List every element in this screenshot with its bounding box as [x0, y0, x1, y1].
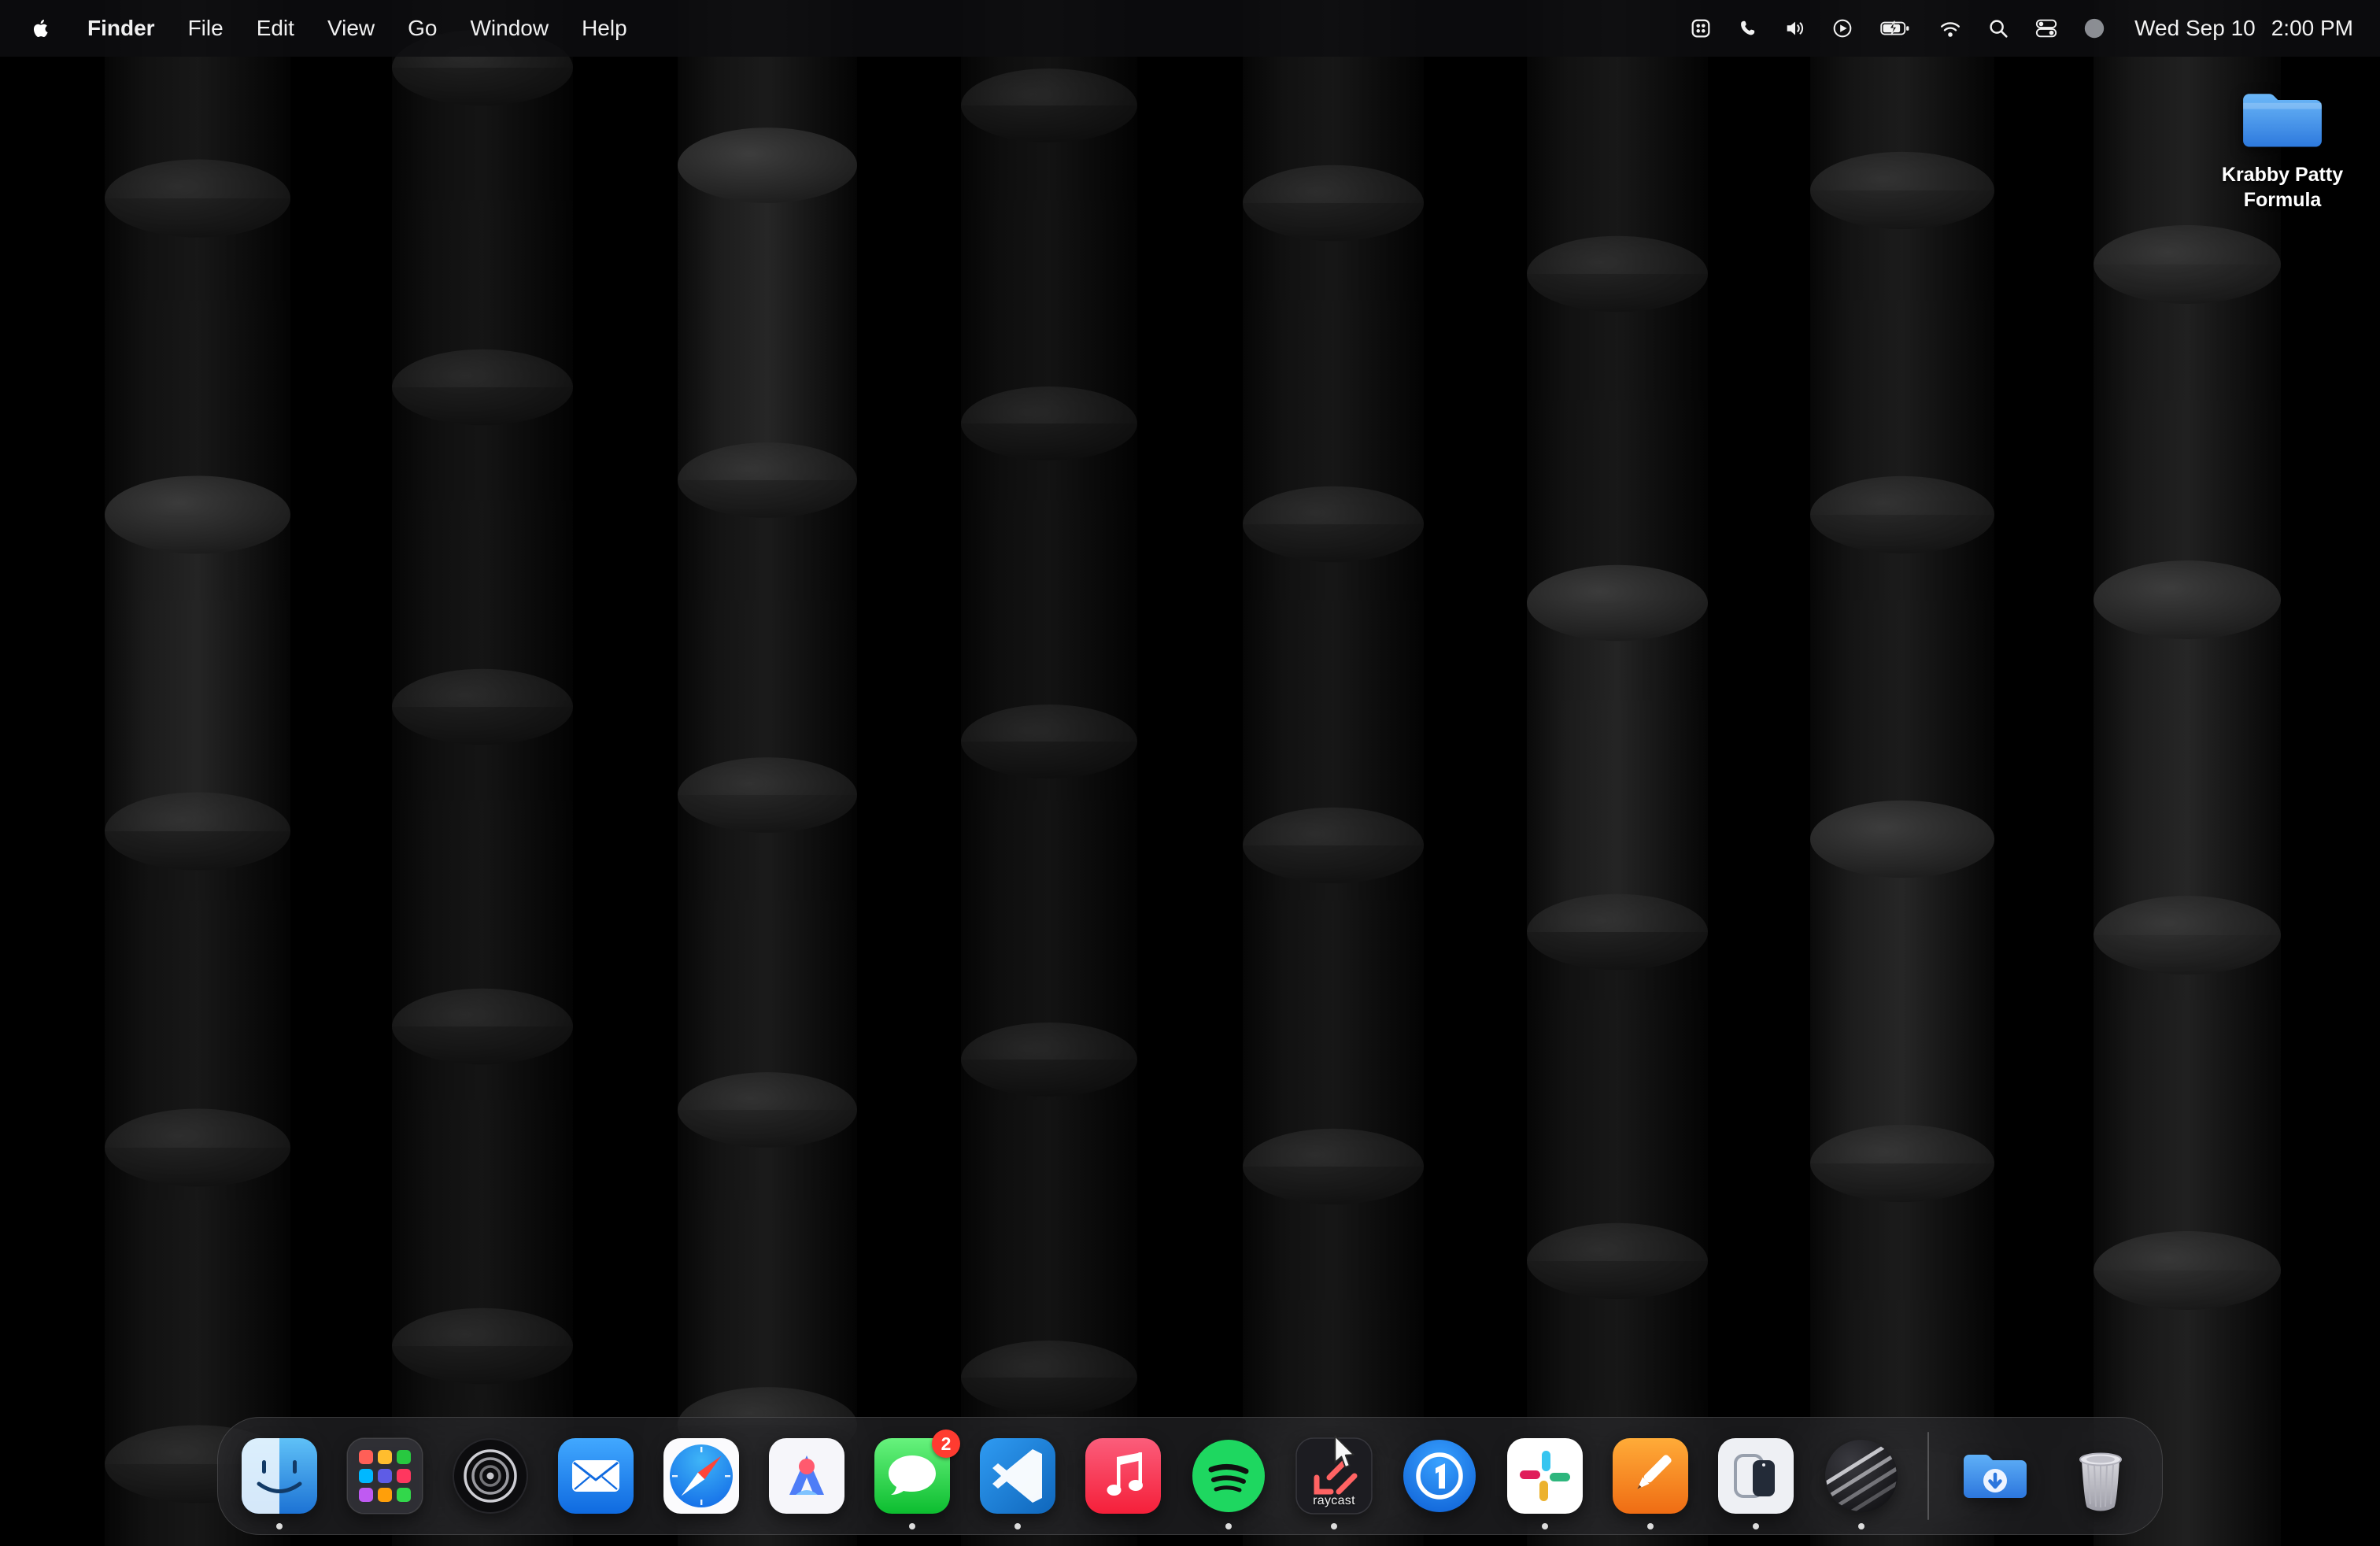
sound-status-icon[interactable] — [1783, 17, 1807, 40]
running-indicator — [1014, 1523, 1021, 1529]
striped-sphere-icon — [1822, 1437, 1901, 1515]
desktop-wallpaper[interactable] — [0, 0, 2380, 1546]
dock-item-mail[interactable] — [556, 1437, 635, 1515]
folder-label: Krabby Patty Formula — [2216, 162, 2349, 213]
arc-browser-icon — [767, 1437, 846, 1515]
menubar-item-window[interactable]: Window — [453, 0, 565, 57]
dock-item-spotify[interactable] — [1189, 1437, 1268, 1515]
grid-status-icon[interactable] — [1689, 17, 1713, 40]
1password-icon — [1400, 1437, 1479, 1515]
menubar-item-edit[interactable]: Edit — [240, 0, 311, 57]
dock-item-1password[interactable] — [1400, 1437, 1479, 1515]
slack-icon — [1506, 1437, 1584, 1515]
running-indicator — [1542, 1523, 1548, 1529]
running-indicator — [1225, 1523, 1232, 1529]
dock-item-slack[interactable] — [1506, 1437, 1584, 1515]
dock-item-launchpad[interactable] — [346, 1437, 424, 1515]
spotlight-search-icon[interactable] — [1986, 17, 2010, 40]
menubar-item-go[interactable]: Go — [391, 0, 453, 57]
finder-icon — [240, 1437, 319, 1515]
safari-icon — [662, 1437, 741, 1515]
notification-badge: 2 — [932, 1429, 960, 1458]
running-indicator — [909, 1523, 915, 1529]
menubar-item-view[interactable]: View — [311, 0, 391, 57]
running-indicator — [1858, 1523, 1864, 1529]
dock-item-trash[interactable] — [2061, 1437, 2140, 1515]
mouse-cursor — [1332, 1434, 1358, 1470]
running-indicator — [1331, 1523, 1337, 1529]
dock-separator — [1927, 1432, 1929, 1520]
trash-icon — [2061, 1437, 2140, 1515]
running-indicator — [276, 1523, 283, 1529]
menubar-item-file[interactable]: File — [172, 0, 240, 57]
menubar-clock[interactable]: Wed Sep 10 2:00 PM — [2130, 16, 2353, 41]
dock-item-vscode[interactable] — [978, 1437, 1057, 1515]
dock-item-pen-app[interactable] — [1611, 1437, 1690, 1515]
dock-item-iphone-mirroring[interactable] — [1717, 1437, 1795, 1515]
apple-logo-icon — [30, 17, 52, 39]
dock-item-safari[interactable] — [662, 1437, 741, 1515]
control-center-icon[interactable] — [2034, 17, 2059, 40]
apple-menu[interactable] — [24, 17, 71, 39]
apple-music-icon — [1084, 1437, 1162, 1515]
folder-icon — [2236, 80, 2329, 156]
launchpad-icon — [346, 1437, 424, 1515]
dock-item-music[interactable] — [1084, 1437, 1162, 1515]
running-indicator — [1647, 1523, 1654, 1529]
dock-item-arc[interactable] — [767, 1437, 846, 1515]
wifi-icon[interactable] — [1938, 17, 1963, 40]
menubar-date: Wed Sep 10 — [2134, 16, 2256, 41]
menubar-app-name[interactable]: Finder — [71, 0, 172, 57]
dock: 2 — [217, 1417, 2163, 1535]
menu-bar: Finder File Edit View Go Window Help — [0, 0, 2380, 57]
vscode-icon — [978, 1437, 1057, 1515]
running-indicator — [1753, 1523, 1759, 1529]
battery-charging-icon[interactable] — [1878, 17, 1914, 40]
pen-app-icon — [1611, 1437, 1690, 1515]
dock-item-messages[interactable]: 2 — [873, 1437, 952, 1515]
desktop-folder-krabby-patty-formula[interactable]: Krabby Patty Formula — [2213, 80, 2352, 213]
concentric-circles-icon — [451, 1437, 530, 1515]
dock-item-finder[interactable] — [240, 1437, 319, 1515]
mail-icon — [556, 1437, 635, 1515]
dock-item-striped-sphere[interactable] — [1822, 1437, 1901, 1515]
now-playing-status-icon[interactable] — [1831, 17, 1854, 40]
dock-item-downloads[interactable] — [1956, 1437, 2034, 1515]
phone-status-icon[interactable] — [1736, 17, 1760, 40]
menubar-time: 2:00 PM — [2271, 16, 2353, 41]
downloads-folder-icon — [1956, 1437, 2034, 1515]
menubar-item-help[interactable]: Help — [565, 0, 644, 57]
raycast-label: raycast — [1313, 1494, 1355, 1508]
spotify-icon — [1189, 1437, 1268, 1515]
iphone-mirroring-icon — [1717, 1437, 1795, 1515]
dock-item-circles-app[interactable] — [451, 1437, 530, 1515]
account-status-icon[interactable] — [2082, 17, 2106, 40]
